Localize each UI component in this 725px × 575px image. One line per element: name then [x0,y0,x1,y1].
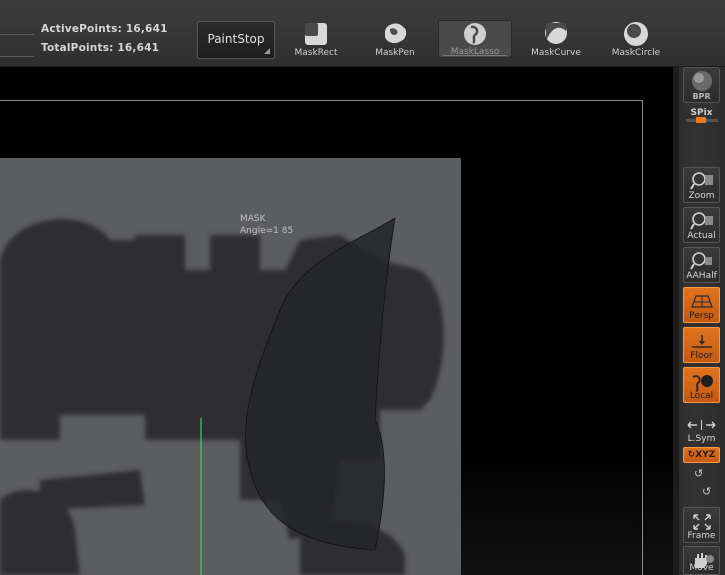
zoom-magnifier-icon [689,172,713,190]
shelf-divider [673,67,679,575]
aahalf-label: AAHalf [686,271,717,281]
xyz-label: XYZ [695,450,716,460]
mask-angle-readout: MASK Angle=1 85 [240,213,293,237]
rotate-y-icon[interactable]: ↺ [694,467,703,480]
lsym-arrows-icon [687,420,716,430]
frame-label: Frame [687,531,716,541]
floor-icon [691,335,712,348]
rotate-z-icon[interactable]: ↺ [702,485,711,498]
actual-size-icon [689,212,713,230]
canvas-border-right [642,100,643,575]
zoom-button[interactable]: Zoom [683,167,720,203]
zoom-label: Zoom [688,191,715,201]
bpr-button[interactable]: BPR [683,67,720,103]
local-symmetry-icon [691,375,713,392]
aahalf-icon [689,252,712,270]
lsym-button[interactable]: L.Sym [683,416,720,444]
frame-arrows-icon [692,514,711,530]
angle-label: Angle=1 85 [240,226,294,236]
persp-button[interactable]: Persp [683,287,720,323]
xyz-rotate-button[interactable]: ↻XYZ [683,447,720,463]
move-button[interactable]: Move [683,546,720,575]
spix-slider-knob[interactable] [696,117,706,123]
persp-label: Persp [689,311,714,321]
bpr-sphere-icon [692,71,712,91]
local-label: Local [689,391,714,401]
perspective-grid-icon [690,295,713,308]
canvas-document [0,158,461,575]
move-label: Move [689,563,714,573]
bpr-label: BPR [692,92,711,101]
local-button[interactable]: Local [683,367,720,403]
lsym-label: L.Sym [687,434,716,444]
frame-button[interactable]: Frame [683,507,720,543]
floor-label: Floor [690,351,713,361]
floor-button[interactable]: Floor [683,327,720,363]
mask-label: MASK [240,214,266,224]
actual-label: Actual [687,231,716,241]
canvas-border-top [0,100,643,101]
actual-button[interactable]: Actual [683,207,720,243]
aahalf-button[interactable]: AAHalf [683,247,720,283]
